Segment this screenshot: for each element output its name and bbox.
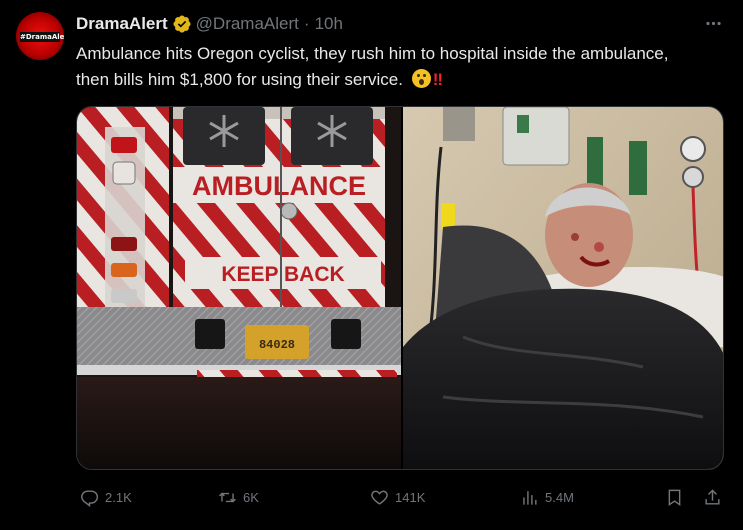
retweet-count: 6K [243,489,259,505]
retweet-button[interactable]: 6K [218,484,259,510]
heart-icon [371,490,388,505]
reply-icon [81,489,99,507]
avatar-label: #DramaAlert [20,32,64,42]
keep-back-label: KEEP BACK [221,263,344,286]
views-count: 5.4M [545,489,574,505]
astonished-face-icon [411,69,431,88]
patient-photo[interactable] [403,107,724,470]
tweet[interactable]: #DramaAlert DramaAlert @DramaAlert · 10h… [0,0,743,530]
share-icon [705,488,720,505]
like-button[interactable]: 141K [370,484,425,510]
views-button[interactable]: 5.4M [520,484,574,510]
reply-count: 2.1K [105,489,132,505]
tweet-header: DramaAlert @DramaAlert · 10h [76,13,343,35]
bookmark-icon [668,489,681,506]
reply-button[interactable]: 2.1K [80,484,132,510]
avatar[interactable]: #DramaAlert [16,12,64,60]
action-bar: 2.1K 6K 141K 5.4M [76,484,726,510]
author-handle[interactable]: @DramaAlert [196,14,299,34]
license-plate: 84028 [259,338,295,352]
media-grid[interactable]: AMBULANCE KEEP BACK 84028 [76,106,724,470]
ambulance-label: AMBULANCE [192,171,366,201]
retweet-icon [219,492,236,502]
timestamp[interactable]: 10h [315,14,343,34]
author-name[interactable]: DramaAlert [76,14,168,34]
tweet-text: Ambulance hits Oregon cyclist, they rush… [76,44,669,89]
share-button[interactable] [703,484,722,510]
double-exclamation-icon: ‼ [432,70,443,89]
ambulance-photo[interactable]: AMBULANCE KEEP BACK 84028 [77,107,401,470]
verified-badge-icon[interactable] [172,14,192,34]
more-options-icon[interactable] [700,10,726,36]
bookmark-button[interactable] [665,484,684,510]
like-count: 141K [395,489,426,505]
analytics-icon [523,490,537,505]
separator-dot: · [303,14,310,33]
tweet-text-block: Ambulance hits Oregon cyclist, they rush… [76,41,696,93]
